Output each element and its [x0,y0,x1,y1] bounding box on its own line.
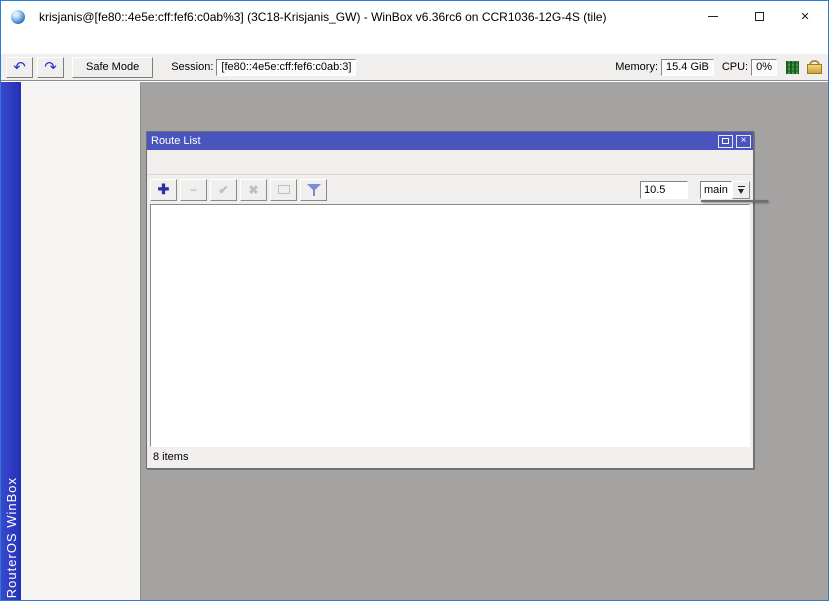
maximize-icon [722,138,729,144]
status-bar: 8 items [150,449,750,466]
brand-text: RouterOS WinBox [4,477,19,600]
comment-icon [278,185,290,194]
maximize-button[interactable] [736,1,782,32]
memory-label: Memory: [615,61,658,73]
app-icon [10,9,26,25]
comment-button[interactable] [270,179,297,201]
routing-table-dropdown [701,200,768,202]
quick-filter-input[interactable] [640,181,688,199]
plus-icon: ✚ [158,181,170,198]
session-label: Session: [171,61,213,73]
close-icon: × [741,136,747,146]
redo-button[interactable]: ↷ [37,57,64,78]
remove-button[interactable]: − [180,179,207,201]
route-list-toolbar: ✚ − ✔ ✖ main [147,175,753,204]
menu-bar [1,32,828,54]
cpu-label: CPU: [722,61,748,73]
minimize-icon [708,16,718,17]
disable-button[interactable]: ✖ [240,179,267,201]
main-toolbar: ↶ ↷ Safe Mode Session: [fe80::4e5e:cff:f… [1,54,828,81]
undo-button[interactable]: ↶ [6,57,33,78]
route-list-window-controls: × [715,135,751,148]
route-list-title-bar[interactable]: Route List × [147,132,753,150]
window-controls: × [690,1,828,32]
safe-mode-button[interactable]: Safe Mode [72,57,153,78]
cross-icon: ✖ [248,183,258,197]
minus-icon: − [190,183,197,197]
funnel-icon [307,183,321,196]
enable-button[interactable]: ✔ [210,179,237,201]
add-button[interactable]: ✚ [150,179,177,201]
filter-button[interactable] [300,179,327,201]
close-button[interactable]: × [782,1,828,32]
winbox-main-window: krisjanis@[fe80::4e5e:cff:fef6:c0ab%3] (… [0,0,829,601]
traffic-graph-icon[interactable] [786,61,799,74]
route-list-close-button[interactable]: × [736,135,751,148]
sidebar [21,82,141,600]
cpu-value: 0% [751,59,777,76]
title-bar: krisjanis@[fe80::4e5e:cff:fef6:c0ab%3] (… [1,1,828,32]
minimize-button[interactable] [690,1,736,32]
memory-value: 15.4 GiB [661,59,714,76]
lock-icon[interactable] [807,60,820,74]
close-icon: × [801,9,810,24]
check-icon: ✔ [218,183,228,197]
session-field[interactable]: [fe80::4e5e:cff:fef6:c0ab:3] [216,59,356,76]
route-list-window: Route List × ✚ − ✔ ✖ main [146,131,754,469]
window-title: krisjanis@[fe80::4e5e:cff:fef6:c0ab%3] (… [39,10,607,24]
routing-table-select[interactable]: main [700,181,732,199]
routing-table-dropdown-button[interactable] [732,181,750,199]
route-table [150,204,750,447]
work-area: Route List × ✚ − ✔ ✖ main [141,82,828,600]
route-list-maximize-button[interactable] [718,135,733,148]
content-area: RouterOS WinBox Route List × ✚ − ✔ ✖ [1,82,828,600]
maximize-icon [755,12,764,21]
brand-strip: RouterOS WinBox [1,82,21,600]
dropdown-arrow-icon [738,186,745,194]
route-list-title: Route List [151,135,201,147]
redo-icon: ↷ [44,60,57,75]
undo-icon: ↶ [13,60,26,75]
route-list-tabs [147,150,753,175]
